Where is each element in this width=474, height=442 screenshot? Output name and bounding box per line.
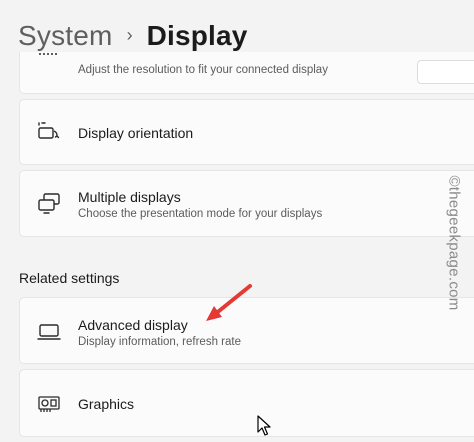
multiple-displays-card[interactable]: Multiple displays Choose the presentatio…	[19, 170, 474, 237]
multiple-displays-subtitle: Choose the presentation mode for your di…	[78, 208, 323, 220]
graphics-card[interactable]: Graphics	[19, 369, 474, 437]
resolution-dropdown[interactable]	[417, 60, 474, 84]
page-title: Display	[146, 20, 248, 51]
related-settings-heading: Related settings	[19, 270, 120, 286]
display-orientation-card[interactable]: Display orientation	[19, 99, 474, 165]
graphics-title: Graphics	[78, 396, 135, 412]
breadcrumb-separator: ›	[126, 24, 133, 45]
laptop-icon	[36, 321, 62, 343]
multiple-displays-icon	[36, 192, 62, 214]
display-resolution-icon	[36, 44, 62, 66]
watermark-text: ©thegeekpage.com	[445, 174, 463, 311]
multiple-displays-title: Multiple displays	[78, 189, 181, 205]
breadcrumb-system[interactable]: System	[18, 20, 113, 52]
display-resolution-subtitle: Adjust the resolution to fit your connec…	[78, 64, 328, 76]
graphics-card-icon	[36, 393, 62, 415]
display-orientation-title: Display orientation	[78, 125, 194, 141]
watermark: ©thegeekpage.com	[442, 170, 466, 315]
advanced-display-title: Advanced display	[78, 317, 188, 333]
display-orientation-icon	[36, 122, 62, 144]
display-resolution-card[interactable]: Adjust the resolution to fit your connec…	[19, 52, 474, 94]
advanced-display-subtitle: Display information, refresh rate	[78, 336, 241, 348]
mouse-cursor-icon	[257, 415, 271, 436]
annotation-arrow-icon	[206, 284, 252, 321]
